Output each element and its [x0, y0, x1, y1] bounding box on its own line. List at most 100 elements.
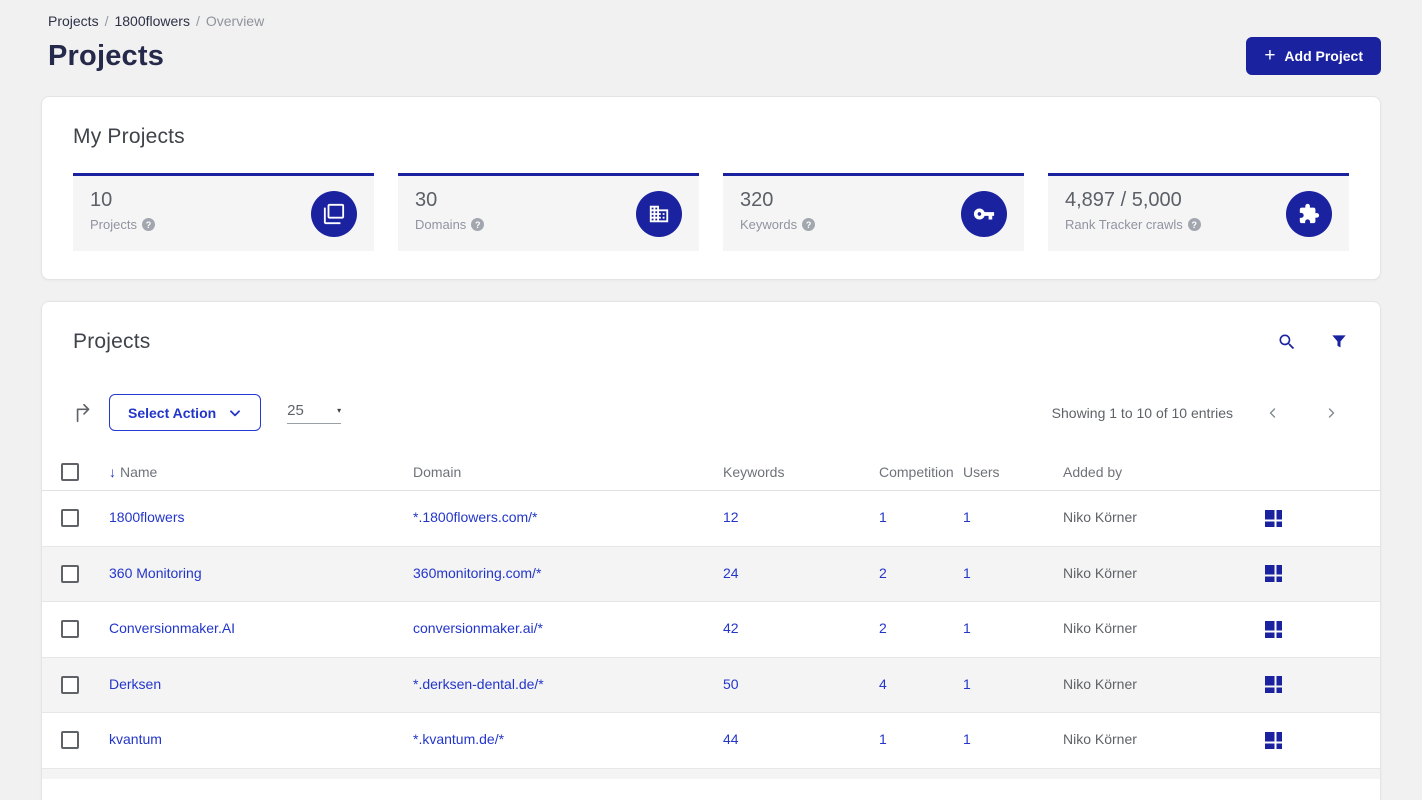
- project-domain-link[interactable]: 360monitoring.com/*: [413, 565, 541, 581]
- users-count[interactable]: 1: [963, 731, 971, 747]
- breadcrumb-projects[interactable]: Projects: [48, 13, 99, 29]
- add-project-button[interactable]: + Add Project: [1246, 37, 1381, 75]
- added-by-text: Niko Körner: [1063, 620, 1137, 637]
- help-icon[interactable]: ?: [802, 218, 816, 231]
- filter-icon[interactable]: [1329, 332, 1349, 352]
- page-header: Projects + Add Project: [41, 37, 1381, 75]
- showing-entries-text: Showing 1 to 10 of 10 entries: [1051, 404, 1233, 421]
- stat-rank-tracker-label: Rank Tracker crawls: [1065, 217, 1183, 232]
- row-checkbox[interactable]: [61, 509, 79, 528]
- dashboard-icon[interactable]: [1263, 674, 1284, 695]
- row-checkbox[interactable]: [61, 731, 79, 750]
- row-checkbox[interactable]: [61, 564, 79, 583]
- sort-desc-icon: ↓: [109, 463, 116, 480]
- select-action-dropdown[interactable]: Select Action: [109, 394, 262, 431]
- table-row-partial: [42, 768, 1380, 779]
- project-domain-link[interactable]: *.1800flowers.com/*: [413, 509, 538, 525]
- project-name-link[interactable]: Conversionmaker.AI: [109, 620, 235, 636]
- breadcrumb-overview: Overview: [205, 13, 265, 29]
- help-icon[interactable]: ?: [471, 218, 485, 231]
- stat-domains-label: Domains: [415, 217, 467, 232]
- column-header-users[interactable]: Users: [963, 464, 1063, 480]
- page-size-select[interactable]: 25 ▾: [287, 401, 342, 424]
- dashboard-icon[interactable]: [1263, 508, 1284, 529]
- stat-rank-tracker: 4,897 / 5,000 Rank Tracker crawls ?: [1048, 173, 1349, 251]
- users-count[interactable]: 1: [963, 676, 971, 692]
- select-all-checkbox[interactable]: [61, 462, 79, 481]
- project-name-link[interactable]: kvantum: [109, 731, 162, 747]
- keywords-count[interactable]: 24: [723, 565, 739, 581]
- help-icon[interactable]: ?: [1187, 218, 1201, 231]
- copy-icon: [311, 190, 357, 237]
- keywords-count[interactable]: 42: [723, 620, 739, 636]
- stat-keywords: 320 Keywords ?: [723, 173, 1024, 251]
- dashboard-icon[interactable]: [1263, 619, 1284, 640]
- help-icon[interactable]: ?: [141, 218, 155, 231]
- select-action-label: Select Action: [128, 404, 217, 421]
- breadcrumb: Projects / 1800flowers / Overview: [41, 13, 1381, 29]
- page-title: Projects: [48, 39, 165, 72]
- dashboard-icon[interactable]: [1263, 730, 1284, 751]
- dashboard-icon[interactable]: [1263, 563, 1284, 584]
- breadcrumb-separator: /: [195, 13, 200, 29]
- projects-card: Projects Select Action 25 ▾ Showing 1 to…: [41, 301, 1381, 800]
- key-icon: [961, 190, 1007, 237]
- keywords-count[interactable]: 44: [723, 731, 739, 747]
- projects-table-title: Projects: [73, 330, 151, 353]
- stat-projects: 10 Projects ?: [73, 173, 374, 251]
- plus-icon: +: [1264, 44, 1276, 66]
- row-checkbox[interactable]: [61, 675, 79, 694]
- page: Projects / 1800flowers / Overview Projects +…: [0, 0, 1422, 800]
- breadcrumb-1800flowers[interactable]: 1800flowers: [114, 13, 190, 29]
- project-domain-link[interactable]: *.kvantum.de/*: [413, 731, 504, 747]
- column-header-added-by[interactable]: Added by: [1063, 464, 1263, 480]
- stat-keywords-label: Keywords: [740, 217, 798, 232]
- stat-projects-label: Projects: [90, 217, 137, 232]
- table-header-row: ↓ Name Domain Keywords Competition Users…: [42, 453, 1380, 491]
- column-header-keywords[interactable]: Keywords: [723, 464, 879, 480]
- table-row: kvantum *.kvantum.de/* 44 1 1 Niko Körne…: [42, 713, 1380, 769]
- pagination: [1259, 403, 1345, 423]
- project-domain-link[interactable]: conversionmaker.ai/*: [413, 620, 543, 636]
- added-by-text: Niko Körner: [1063, 675, 1137, 692]
- added-by-text: Niko Körner: [1063, 509, 1137, 526]
- competition-count[interactable]: 4: [879, 676, 887, 692]
- users-count[interactable]: 1: [963, 620, 971, 636]
- my-projects-card: My Projects 10 Projects ? 30 Domains ? 3…: [41, 96, 1381, 280]
- search-icon[interactable]: [1277, 332, 1297, 352]
- column-header-domain[interactable]: Domain: [413, 464, 723, 480]
- competition-count[interactable]: 2: [879, 620, 887, 636]
- table-row: 1800flowers *.1800flowers.com/* 12 1 1 N…: [42, 491, 1380, 547]
- my-projects-title: My Projects: [73, 125, 185, 148]
- column-header-name[interactable]: ↓ Name: [109, 464, 413, 480]
- row-checkbox[interactable]: [61, 620, 79, 639]
- table-row: Conversionmaker.AI conversionmaker.ai/* …: [42, 602, 1380, 658]
- keywords-count[interactable]: 12: [723, 509, 739, 525]
- table-row: 360 Monitoring 360monitoring.com/* 24 2 …: [42, 546, 1380, 602]
- breadcrumb-separator: /: [104, 13, 109, 29]
- project-domain-link[interactable]: *.derksen-dental.de/*: [413, 676, 544, 692]
- added-by-text: Niko Körner: [1063, 564, 1137, 581]
- puzzle-icon: [1286, 190, 1332, 237]
- keywords-count[interactable]: 50: [723, 676, 739, 692]
- caret-down-icon: ▾: [337, 405, 342, 415]
- competition-count[interactable]: 1: [879, 509, 887, 525]
- next-page-icon[interactable]: [1317, 403, 1345, 423]
- project-name-link[interactable]: 1800flowers: [109, 509, 185, 525]
- competition-count[interactable]: 2: [879, 565, 887, 581]
- prev-page-icon[interactable]: [1259, 403, 1287, 423]
- users-count[interactable]: 1: [963, 565, 971, 581]
- page-size-value: 25: [287, 401, 304, 419]
- project-name-link[interactable]: Derksen: [109, 676, 161, 692]
- competition-count[interactable]: 1: [879, 731, 887, 747]
- table-row: Derksen *.derksen-dental.de/* 50 4 1 Nik…: [42, 657, 1380, 713]
- project-name-link[interactable]: 360 Monitoring: [109, 565, 202, 581]
- building-icon: [636, 190, 682, 237]
- added-by-text: Niko Körner: [1063, 731, 1137, 748]
- export-icon[interactable]: [73, 402, 95, 424]
- table-toolbar: Select Action 25 ▾ Showing 1 to 10 of 10…: [42, 394, 1380, 431]
- stats-row: 10 Projects ? 30 Domains ? 320 Keywords …: [73, 173, 1349, 251]
- column-header-competition[interactable]: Competition: [879, 464, 963, 480]
- stat-domains: 30 Domains ?: [398, 173, 699, 251]
- users-count[interactable]: 1: [963, 509, 971, 525]
